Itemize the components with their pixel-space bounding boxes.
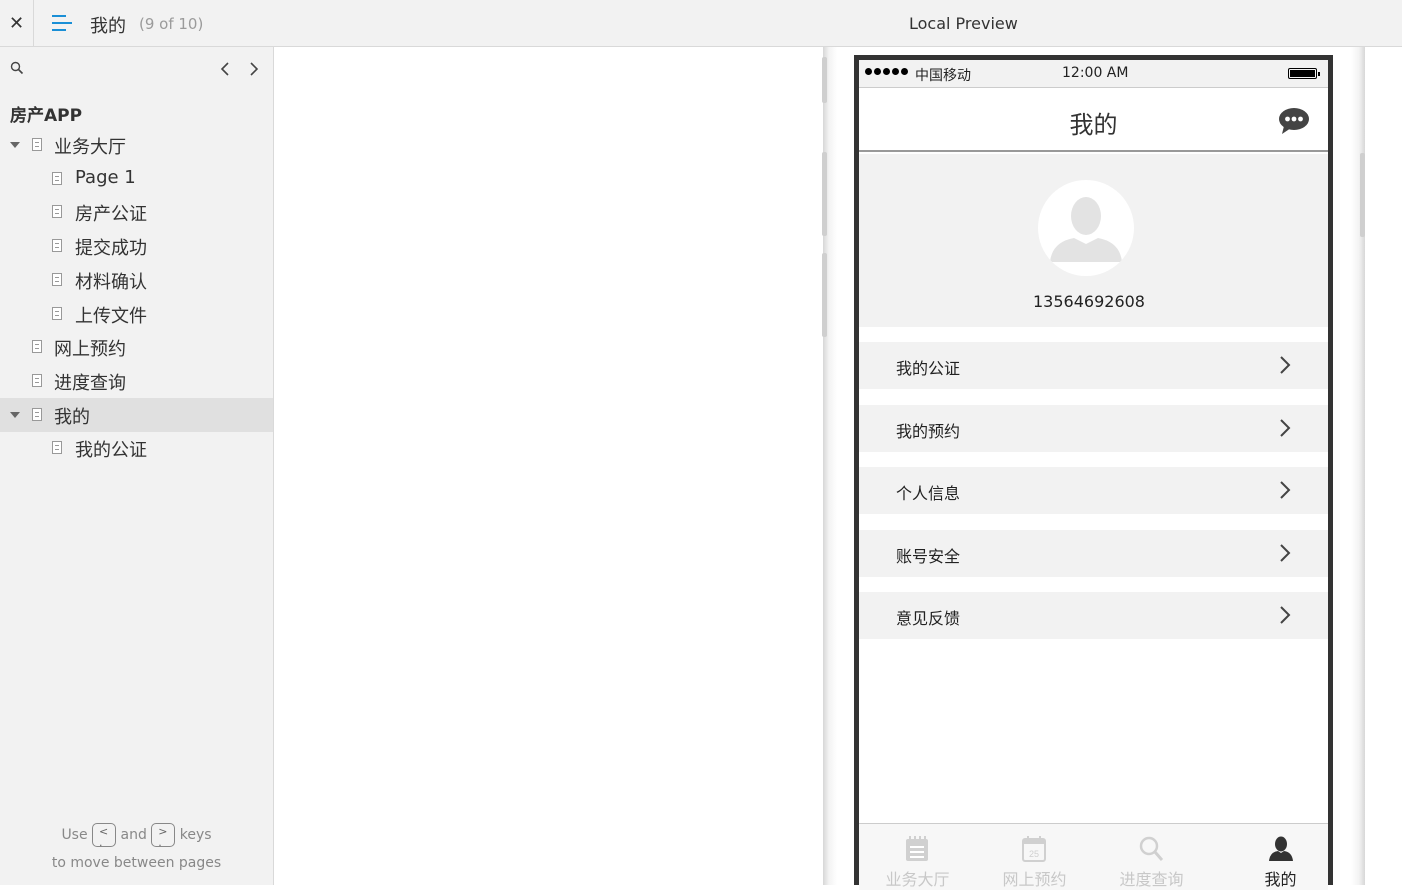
- tree-item-label: 业务大厅: [54, 137, 126, 158]
- keyboard-hint-line2: to move between pages: [51, 855, 222, 871]
- chevron-right-icon: [1280, 356, 1291, 374]
- tree-item-label: 我的: [54, 406, 90, 428]
- status-bar: 中国移动 12:00 AM: [859, 60, 1328, 88]
- menu-item[interactable]: 意见反馈: [859, 592, 1328, 639]
- tab-label: 进度查询: [1119, 870, 1184, 889]
- sidebar: 房产APP 业务大厅 Page 1 房产公证提交成功材料确认上传文件网上预约进度查询…: [0, 47, 274, 885]
- tree-item-label: 上传文件: [75, 305, 147, 327]
- page-icon: [52, 441, 62, 455]
- page-icon: [32, 138, 42, 151]
- chevron-right-icon: [1280, 481, 1291, 499]
- tree-item[interactable]: 进度查询: [0, 364, 273, 398]
- svg-text:25: 25: [1029, 849, 1039, 859]
- page-icon: [52, 171, 62, 185]
- calendar-icon: 25: [1022, 836, 1046, 862]
- expand-arrow-icon[interactable]: [10, 411, 20, 418]
- phone-screen: 中国移动 12:00 AM 我的 13564692608 我的公证我的预约个人信…: [854, 55, 1333, 890]
- tree-item[interactable]: Page 1: [0, 162, 273, 196]
- tree-item[interactable]: 房产公证: [0, 195, 273, 229]
- tab-2[interactable]: 25 网上预约: [976, 824, 1093, 891]
- device-button: [822, 57, 827, 103]
- search-icon[interactable]: [10, 61, 24, 75]
- nav-bar: 我的: [859, 89, 1328, 152]
- tree-item[interactable]: 我的公证: [0, 431, 273, 465]
- next-page-button[interactable]: [249, 62, 259, 76]
- menu-item-label: 我的预约: [896, 421, 961, 441]
- battery-icon: [1288, 68, 1320, 79]
- tree-item[interactable]: 材料确认: [0, 263, 273, 297]
- menu-item[interactable]: 账号安全: [859, 529, 1328, 577]
- page-icon: [52, 239, 62, 253]
- page-icon: [32, 340, 42, 354]
- tree-item-label: 我的公证: [75, 440, 147, 462]
- menu-item[interactable]: 我的公证: [859, 342, 1328, 389]
- tree-item[interactable]: 上传文件: [0, 297, 273, 331]
- tree-item-label: 网上预约: [54, 339, 126, 361]
- device-button: [822, 152, 827, 236]
- next-key-icon: >.: [151, 823, 176, 848]
- menu-item-label: 意见反馈: [896, 609, 961, 628]
- profile-section: 13564692608: [859, 154, 1328, 327]
- device-button: [1360, 153, 1365, 237]
- page-icon: [52, 205, 62, 219]
- signal-icon: [865, 68, 908, 75]
- tree-item-label: 提交成功: [75, 238, 147, 260]
- tree-item[interactable]: 网上预约: [0, 330, 273, 364]
- chevron-right-icon: [1280, 543, 1291, 562]
- expand-arrow-icon[interactable]: [10, 142, 20, 148]
- chat-icon[interactable]: [1278, 107, 1310, 135]
- menu-icon[interactable]: [52, 15, 74, 32]
- menu-item[interactable]: 我的预约: [859, 404, 1328, 452]
- tree-item[interactable]: 业务大厅: [0, 128, 273, 162]
- tab-3[interactable]: 进度查询: [1093, 824, 1210, 891]
- tree-item[interactable]: 我的: [0, 397, 273, 432]
- page-count: (9 of 10): [139, 15, 204, 33]
- device-button: [822, 253, 827, 337]
- tree-item-label: 进度查询: [54, 372, 126, 394]
- tab-bar: 业务大厅 25 网上预约 进度查询 我的: [859, 823, 1328, 890]
- menu-item-label: 账号安全: [896, 546, 961, 566]
- project-name: 房产APP: [10, 106, 83, 126]
- phone-number: 13564692608: [1033, 292, 1145, 311]
- chevron-right-icon: [1280, 606, 1291, 624]
- top-bar: ✕ 我的 (9 of 10) Local Preview: [0, 0, 1402, 47]
- user-icon: [1269, 836, 1293, 861]
- avatar[interactable]: [1038, 180, 1134, 276]
- page-icon: [52, 272, 62, 286]
- close-button[interactable]: ✕: [0, 0, 34, 46]
- preview-title: Local Preview: [909, 14, 1018, 33]
- chevron-right-icon: [1280, 418, 1291, 437]
- tree-item-label: 房产公证: [75, 204, 147, 226]
- close-icon: ✕: [8, 12, 25, 34]
- tree-item[interactable]: 提交成功: [0, 229, 273, 263]
- page-icon: [32, 373, 42, 387]
- tab-label: 网上预约: [1002, 870, 1067, 889]
- menu-item[interactable]: 个人信息: [859, 467, 1328, 514]
- tab-label: 业务大厅: [885, 870, 950, 889]
- tab-label: 我的: [1264, 870, 1297, 889]
- carrier: 中国移动: [915, 68, 971, 84]
- previous-page-button[interactable]: [220, 62, 230, 76]
- menu-item-label: 我的公证: [896, 359, 961, 378]
- screen-title: 我的: [1069, 111, 1118, 139]
- document-icon: [906, 836, 928, 861]
- clock: 12:00 AM: [1062, 65, 1129, 81]
- prev-key-icon: <.: [92, 823, 117, 848]
- tree-item-label: Page 1: [75, 166, 136, 188]
- keyboard-hint: Use <. and >. keys: [61, 823, 212, 849]
- page-title: 我的: [90, 16, 126, 37]
- search-icon: [1139, 836, 1163, 861]
- tab-4[interactable]: 我的: [1233, 824, 1328, 891]
- menu-item-label: 个人信息: [896, 484, 961, 503]
- tab-1[interactable]: 业务大厅: [859, 824, 976, 891]
- page-icon: [32, 407, 42, 421]
- page-icon: [52, 306, 62, 320]
- tree-item-label: 材料确认: [75, 271, 147, 293]
- user-avatar-icon: [1050, 197, 1122, 262]
